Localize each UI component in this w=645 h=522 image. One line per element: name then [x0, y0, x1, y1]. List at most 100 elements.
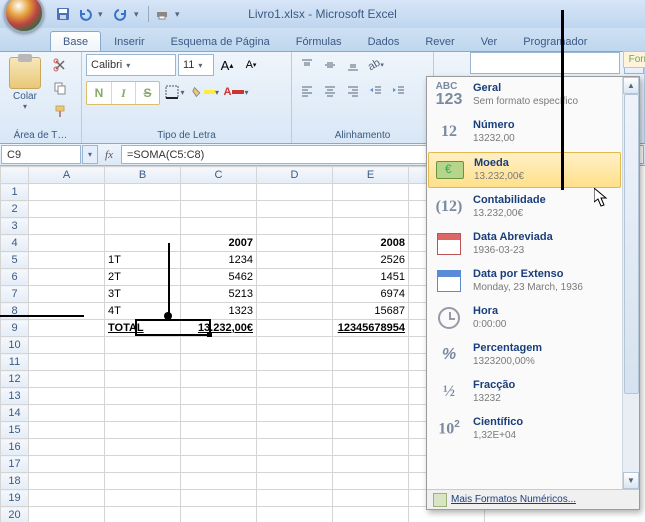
fx-icon[interactable]: fx: [100, 146, 118, 164]
scroll-down-icon[interactable]: ▼: [623, 472, 639, 489]
col-header[interactable]: A: [29, 167, 105, 184]
tab-programador[interactable]: Programador: [510, 31, 600, 51]
row-header[interactable]: 20: [1, 507, 29, 522]
format-option-fracção[interactable]: ½Fracção13232: [427, 374, 622, 411]
cell[interactable]: 2526: [333, 252, 409, 269]
row-header[interactable]: 12: [1, 371, 29, 388]
undo-icon[interactable]: [76, 5, 94, 23]
col-header[interactable]: D: [257, 167, 333, 184]
format-option-científico[interactable]: 102Científico1,32E+04: [427, 411, 622, 448]
format-option-contabilidade[interactable]: (12)Contabilidade13.232,00€: [427, 189, 622, 226]
row-header[interactable]: 10: [1, 337, 29, 354]
cell[interactable]: 2007: [181, 235, 257, 252]
row-header[interactable]: 1: [1, 184, 29, 201]
col-header[interactable]: E: [333, 167, 409, 184]
bold-button[interactable]: N: [87, 82, 111, 104]
format-option-número[interactable]: 12Número13232,00: [427, 114, 622, 151]
cell[interactable]: 2T: [105, 269, 181, 286]
row-header[interactable]: 18: [1, 473, 29, 490]
cell[interactable]: 6974: [333, 286, 409, 303]
format-option-data-abreviada[interactable]: Data Abreviada1936-03-23: [427, 226, 622, 263]
font-color-button[interactable]: A▾: [221, 81, 251, 103]
office-button[interactable]: [4, 0, 44, 33]
select-all-corner[interactable]: [1, 167, 29, 184]
row-header[interactable]: 2: [1, 201, 29, 218]
name-box-dropdown[interactable]: ▾: [82, 145, 98, 164]
align-top-icon[interactable]: [296, 54, 318, 76]
decrease-indent-icon[interactable]: [365, 80, 387, 102]
cell[interactable]: 1323: [181, 303, 257, 320]
tab-base[interactable]: Base: [50, 31, 101, 51]
grow-font-icon[interactable]: A▴: [216, 54, 238, 76]
col-header[interactable]: C: [181, 167, 257, 184]
border-button[interactable]: ▾: [161, 81, 189, 103]
row-header[interactable]: 17: [1, 456, 29, 473]
cell[interactable]: 1T: [105, 252, 181, 269]
redo-dropdown-icon[interactable]: ▾: [134, 9, 144, 20]
format-option-percentagem[interactable]: %Percentagem1323200,00%: [427, 337, 622, 374]
scroll-thumb[interactable]: [624, 94, 639, 394]
print-icon[interactable]: [153, 5, 171, 23]
redo-icon[interactable]: [112, 5, 130, 23]
format-painter-icon[interactable]: [49, 100, 71, 122]
row-header[interactable]: 13: [1, 388, 29, 405]
tab-rever[interactable]: Rever: [412, 31, 467, 51]
cell[interactable]: 2008: [333, 235, 409, 252]
dropdown-footer[interactable]: Mais Formatos Numéricos...: [427, 489, 639, 509]
align-left-icon[interactable]: [296, 80, 318, 102]
align-bottom-icon[interactable]: [342, 54, 364, 76]
name-box[interactable]: C9: [1, 145, 81, 164]
scrollbar[interactable]: ▲ ▼: [622, 77, 639, 489]
format-option-moeda[interactable]: Moeda13.232,00€: [428, 152, 621, 188]
scroll-up-icon[interactable]: ▲: [623, 77, 639, 94]
tab-dados[interactable]: Dados: [355, 31, 413, 51]
tab-formulas[interactable]: Fórmulas: [283, 31, 355, 51]
orientation-icon[interactable]: ab▾: [365, 54, 387, 76]
row-header[interactable]: 11: [1, 354, 29, 371]
cut-icon[interactable]: [49, 54, 71, 76]
tab-ver[interactable]: Ver: [468, 31, 511, 51]
row-header[interactable]: 8: [1, 303, 29, 320]
cell[interactable]: 5213: [181, 286, 257, 303]
tab-esquema[interactable]: Esquema de Página: [158, 31, 283, 51]
cell[interactable]: 12345678954: [333, 320, 409, 337]
format-option-hora[interactable]: Hora0:00:00: [427, 300, 622, 337]
number-format-combo[interactable]: [470, 52, 620, 74]
row-header[interactable]: 7: [1, 286, 29, 303]
cell[interactable]: 3T: [105, 286, 181, 303]
cell[interactable]: 1234: [181, 252, 257, 269]
shrink-font-icon[interactable]: A▾: [240, 54, 262, 76]
row-header[interactable]: 5: [1, 252, 29, 269]
align-middle-icon[interactable]: [319, 54, 341, 76]
increase-indent-icon[interactable]: [388, 80, 410, 102]
row-header[interactable]: 6: [1, 269, 29, 286]
align-right-icon[interactable]: [342, 80, 364, 102]
row-header[interactable]: 15: [1, 422, 29, 439]
row-header[interactable]: 3: [1, 218, 29, 235]
tab-inserir[interactable]: Inserir: [101, 31, 158, 51]
cell[interactable]: 15687: [333, 303, 409, 320]
fill-color-button[interactable]: ▾: [190, 81, 220, 103]
row-header[interactable]: 16: [1, 439, 29, 456]
font-size-combo[interactable]: 11▾: [178, 54, 214, 76]
align-center-icon[interactable]: [319, 80, 341, 102]
row-header[interactable]: 14: [1, 405, 29, 422]
undo-dropdown-icon[interactable]: ▾: [98, 9, 108, 20]
row-header[interactable]: 19: [1, 490, 29, 507]
font-name-combo[interactable]: Calibri▾: [86, 54, 176, 76]
cell[interactable]: 5462: [181, 269, 257, 286]
format-option-geral[interactable]: ABC123GeralSem formato específico: [427, 77, 622, 114]
cell[interactable]: 1451: [333, 269, 409, 286]
qat-customize-icon[interactable]: ▾: [175, 9, 185, 20]
cell-active[interactable]: 13.232,00€: [181, 320, 257, 337]
strike-button[interactable]: S: [135, 82, 159, 104]
italic-button[interactable]: I: [111, 82, 135, 104]
save-icon[interactable]: [54, 5, 72, 23]
copy-icon[interactable]: [49, 77, 71, 99]
cell[interactable]: TOTAL: [105, 320, 181, 337]
row-header[interactable]: 4: [1, 235, 29, 252]
row-header[interactable]: 9: [1, 320, 29, 337]
format-option-data-por-extenso[interactable]: Data por ExtensoMonday, 23 March, 1936: [427, 263, 622, 300]
col-header[interactable]: B: [105, 167, 181, 184]
paste-button[interactable]: Colar ▾: [4, 54, 46, 112]
